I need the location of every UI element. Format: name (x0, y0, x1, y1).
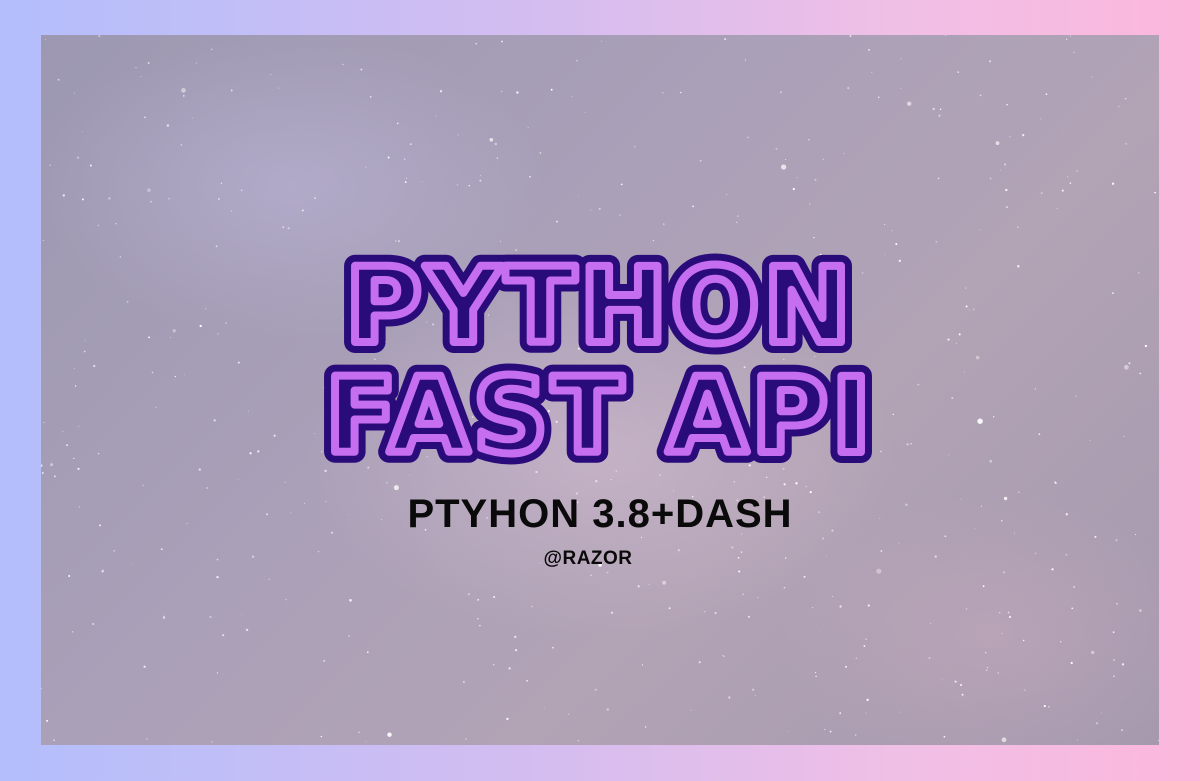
author-handle: @RAZOR (543, 548, 633, 569)
title-line-2-neon: FAST API (325, 355, 874, 477)
page: { "title": { "line1": "PYTHON", "line2":… (0, 0, 1200, 781)
title-line-1: PYTHON PYTHON (335, 234, 862, 378)
subtitle: PTYHON 3.8+DASH (407, 492, 793, 536)
title-line-2: FAST API FAST API (314, 344, 881, 488)
title-line-1-neon: PYTHON (346, 245, 855, 367)
neon-title: PYTHON PYTHON FAST API FAST API (314, 234, 881, 488)
